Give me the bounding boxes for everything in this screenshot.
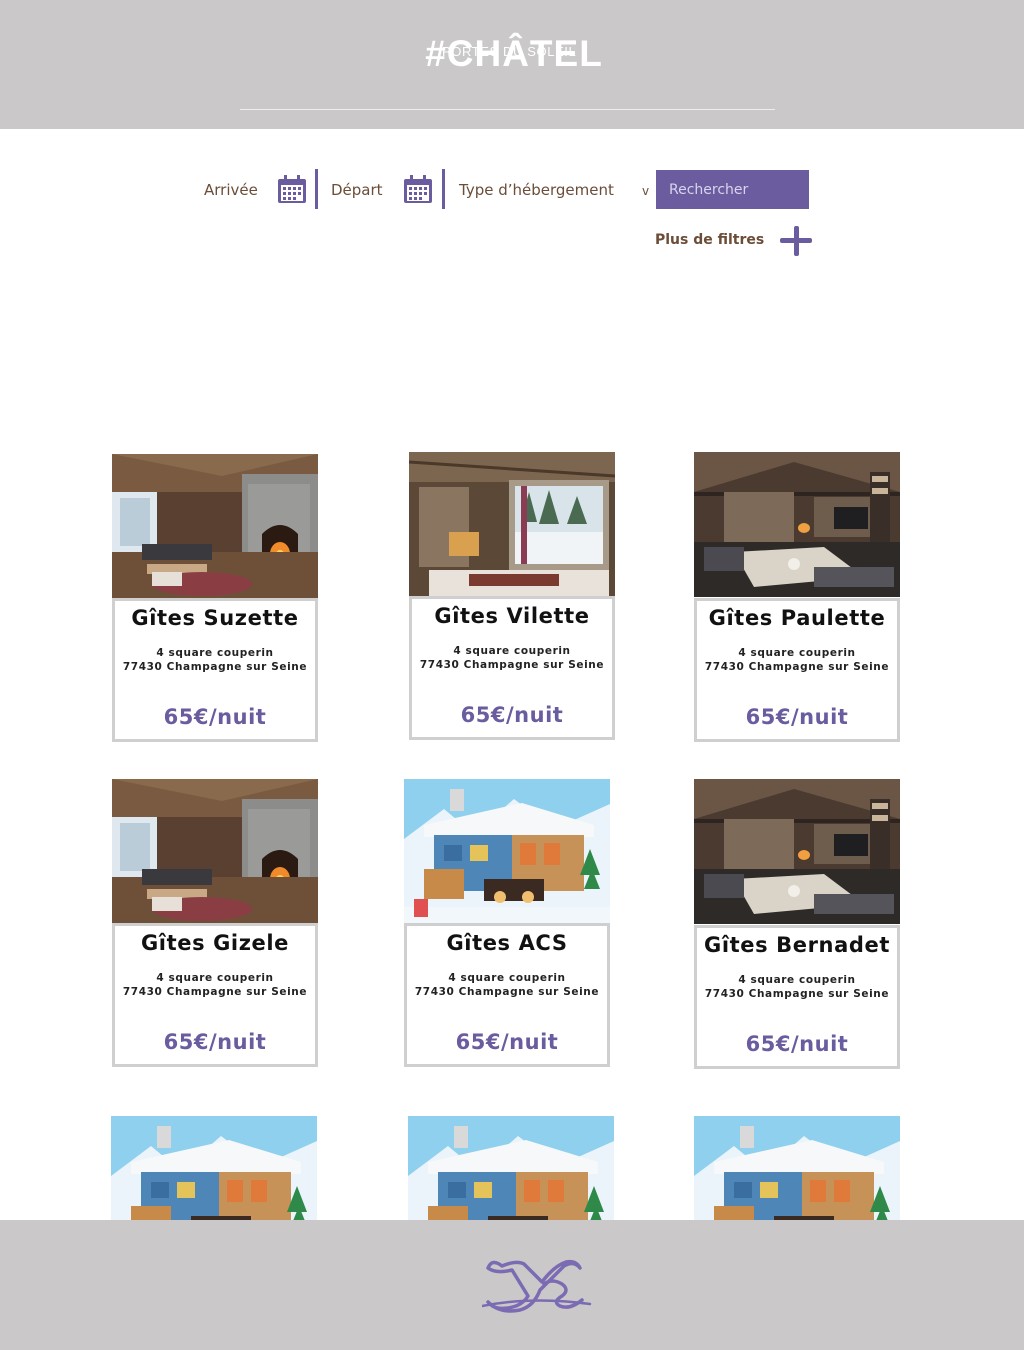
toy-ski-chalet-illustration[interactable] — [404, 779, 610, 924]
address-line: 77430 Champagne sur Seine — [704, 988, 890, 1000]
listing-address: 4 square couperin 77430 Champagne sur Se… — [115, 646, 315, 674]
search-bar: Arrivée Départ Type d’hébergement v Rech… — [0, 0, 1024, 260]
chalet-fireplace-photo[interactable] — [112, 454, 318, 599]
listing-price: 65€/nuit — [163, 705, 267, 729]
departure-calendar-icon[interactable] — [403, 174, 433, 204]
listing-title[interactable]: Gîtes Vilette — [412, 604, 612, 628]
address-line: 77430 Champagne sur Seine — [419, 659, 605, 671]
listing-info: Gîtes Gizele 4 square couperin 77430 Cha… — [112, 923, 318, 1067]
listing-title[interactable]: Gîtes Bernadet — [697, 933, 897, 957]
listing-price: 65€/nuit — [745, 1032, 849, 1056]
field-divider — [442, 169, 445, 209]
site-footer — [0, 1220, 1024, 1350]
address-line: 4 square couperin — [453, 645, 571, 657]
listing-title[interactable]: Gîtes Paulette — [697, 606, 897, 630]
address-line: 4 square couperin — [156, 647, 274, 659]
listing-info: Gîtes Bernadet 4 square couperin 77430 C… — [694, 925, 900, 1069]
listing-address: 4 square couperin 77430 Champagne sur Se… — [407, 971, 607, 999]
listing-price: 65€/nuit — [455, 1030, 559, 1054]
arrival-calendar-icon[interactable] — [277, 174, 307, 204]
chalet-living-room-photo[interactable] — [694, 452, 900, 597]
listing-address: 4 square couperin 77430 Champagne sur Se… — [697, 973, 897, 1001]
address-line: 77430 Champagne sur Seine — [122, 986, 308, 998]
listing-title[interactable]: Gîtes ACS — [407, 931, 607, 955]
listing-address: 4 square couperin 77430 Champagne sur Se… — [412, 644, 612, 672]
listing-info: Gîtes Vilette 4 square couperin 77430 Ch… — [409, 596, 615, 740]
departure-label[interactable]: Départ — [331, 181, 383, 199]
listing-info: Gîtes Suzette 4 square couperin 77430 Ch… — [112, 598, 318, 742]
listing-price: 65€/nuit — [163, 1030, 267, 1054]
address-line: 4 square couperin — [738, 974, 856, 986]
listing-price: 65€/nuit — [745, 705, 849, 729]
address-line: 77430 Champagne sur Seine — [122, 661, 308, 673]
search-button[interactable]: Rechercher — [656, 170, 809, 209]
chalet-window-photo[interactable] — [409, 452, 615, 597]
address-line: 4 square couperin — [448, 972, 566, 984]
listing-info: Gîtes Paulette 4 square couperin 77430 C… — [694, 598, 900, 742]
accommodation-type-select[interactable]: Type d’hébergement — [459, 181, 614, 199]
address-line: 77430 Champagne sur Seine — [414, 986, 600, 998]
address-line: 4 square couperin — [738, 647, 856, 659]
ys-monogram-logo[interactable] — [482, 1256, 592, 1316]
address-line: 77430 Champagne sur Seine — [704, 661, 890, 673]
chalet-living-room-photo[interactable] — [694, 779, 900, 924]
listing-price: 65€/nuit — [460, 703, 564, 727]
listing-address: 4 square couperin 77430 Champagne sur Se… — [115, 971, 315, 999]
address-line: 4 square couperin — [156, 972, 274, 984]
listing-address: 4 square couperin 77430 Champagne sur Se… — [697, 646, 897, 674]
chalet-fireplace-photo[interactable] — [112, 779, 318, 924]
arrival-label[interactable]: Arrivée — [204, 181, 258, 199]
listing-info: Gîtes ACS 4 square couperin 77430 Champa… — [404, 923, 610, 1067]
listing-title[interactable]: Gîtes Gizele — [115, 931, 315, 955]
listing-title[interactable]: Gîtes Suzette — [115, 606, 315, 630]
chevron-down-icon[interactable]: v — [642, 184, 649, 198]
field-divider — [315, 169, 318, 209]
plus-icon[interactable] — [780, 226, 812, 256]
more-filters-link[interactable]: Plus de filtres — [655, 232, 764, 248]
